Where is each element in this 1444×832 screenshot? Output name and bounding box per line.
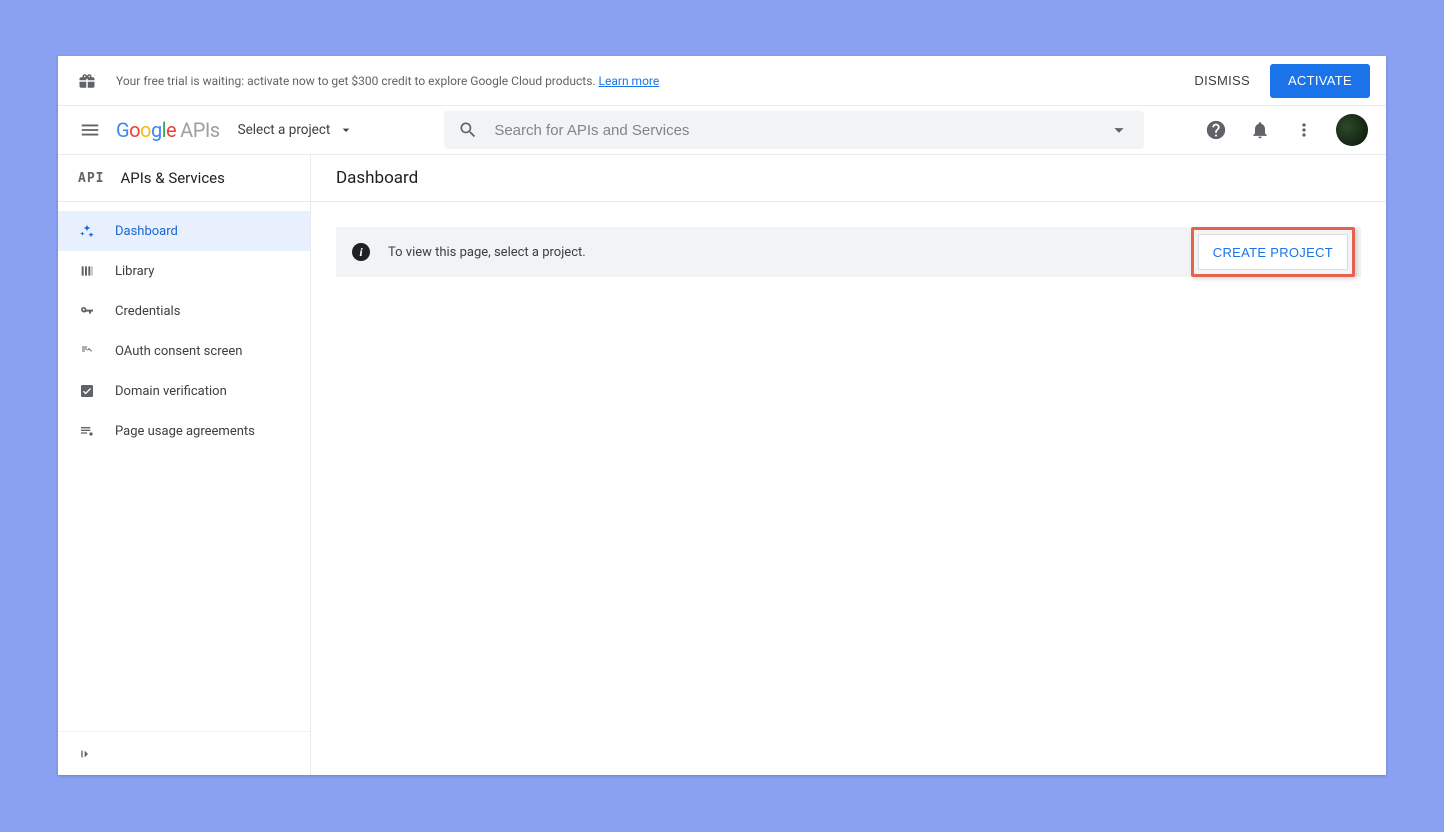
page-title: Dashboard bbox=[336, 168, 418, 188]
google-apis-logo: Google APIs bbox=[116, 118, 220, 142]
main: Dashboard i To view this page, select a … bbox=[311, 155, 1386, 775]
sidebar-item-label: Domain verification bbox=[115, 384, 227, 399]
verified-icon bbox=[79, 383, 99, 399]
alert-text: To view this page, select a project. bbox=[388, 245, 586, 260]
dashboard-icon bbox=[79, 223, 99, 239]
activate-button[interactable]: ACTIVATE bbox=[1270, 64, 1370, 98]
search-icon bbox=[458, 120, 478, 140]
account-avatar[interactable] bbox=[1336, 114, 1368, 146]
sidebar-title: APIs & Services bbox=[120, 169, 224, 187]
sidebar-item-label: Credentials bbox=[115, 304, 180, 319]
sidebar-item-credentials[interactable]: Credentials bbox=[58, 291, 310, 331]
api-icon: API bbox=[78, 171, 104, 186]
sidebar-header: API APIs & Services bbox=[58, 155, 310, 202]
app-window: Your free trial is waiting: activate now… bbox=[58, 56, 1386, 775]
dismiss-button[interactable]: DISMISS bbox=[1194, 73, 1250, 88]
sidebar: API APIs & Services Dashboard Library bbox=[58, 155, 311, 775]
gift-icon bbox=[78, 72, 96, 90]
create-project-button[interactable]: CREATE PROJECT bbox=[1198, 234, 1348, 270]
free-trial-banner: Your free trial is waiting: activate now… bbox=[58, 56, 1386, 106]
more-options-button[interactable] bbox=[1292, 118, 1316, 142]
main-content: i To view this page, select a project. C… bbox=[311, 202, 1386, 302]
sidebar-item-library[interactable]: Library bbox=[58, 251, 310, 291]
create-project-highlight: CREATE PROJECT bbox=[1191, 227, 1355, 277]
help-button[interactable] bbox=[1204, 118, 1228, 142]
topbar: Google APIs Select a project bbox=[58, 106, 1386, 155]
info-icon: i bbox=[352, 243, 370, 261]
sidebar-item-oauth[interactable]: OAuth consent screen bbox=[58, 331, 310, 371]
sidebar-item-label: Dashboard bbox=[115, 224, 178, 239]
banner-text: Your free trial is waiting: activate now… bbox=[116, 74, 659, 88]
sidebar-item-label: Page usage agreements bbox=[115, 424, 255, 439]
sidebar-item-dashboard[interactable]: Dashboard bbox=[58, 211, 310, 251]
main-header: Dashboard bbox=[311, 155, 1386, 202]
notifications-button[interactable] bbox=[1248, 118, 1272, 142]
agreements-icon bbox=[79, 423, 99, 439]
learn-more-link[interactable]: Learn more bbox=[599, 74, 660, 88]
search-input[interactable] bbox=[494, 122, 1108, 139]
project-selector-label: Select a project bbox=[238, 122, 331, 138]
sidebar-item-label: Library bbox=[115, 264, 154, 279]
body: API APIs & Services Dashboard Library bbox=[58, 155, 1386, 775]
sidebar-item-domain[interactable]: Domain verification bbox=[58, 371, 310, 411]
key-icon bbox=[79, 303, 99, 319]
consent-icon bbox=[79, 343, 99, 359]
sidebar-item-label: OAuth consent screen bbox=[115, 344, 242, 359]
banner-message: Your free trial is waiting: activate now… bbox=[116, 74, 599, 88]
sidebar-items: Dashboard Library Credentials bbox=[58, 202, 310, 731]
sidebar-item-page-usage[interactable]: Page usage agreements bbox=[58, 411, 310, 451]
sidebar-footer bbox=[58, 731, 310, 775]
logo-suffix: APIs bbox=[180, 118, 219, 142]
library-icon bbox=[79, 263, 99, 279]
project-selector[interactable]: Select a project bbox=[238, 122, 355, 138]
select-project-alert: i To view this page, select a project. C… bbox=[336, 227, 1361, 277]
chevron-down-icon[interactable] bbox=[1108, 119, 1130, 141]
search-bar[interactable] bbox=[444, 111, 1144, 149]
hamburger-menu-button[interactable] bbox=[78, 118, 102, 142]
topbar-right bbox=[1204, 114, 1368, 146]
caret-down-icon bbox=[338, 122, 354, 138]
collapse-sidebar-button[interactable] bbox=[78, 746, 94, 762]
